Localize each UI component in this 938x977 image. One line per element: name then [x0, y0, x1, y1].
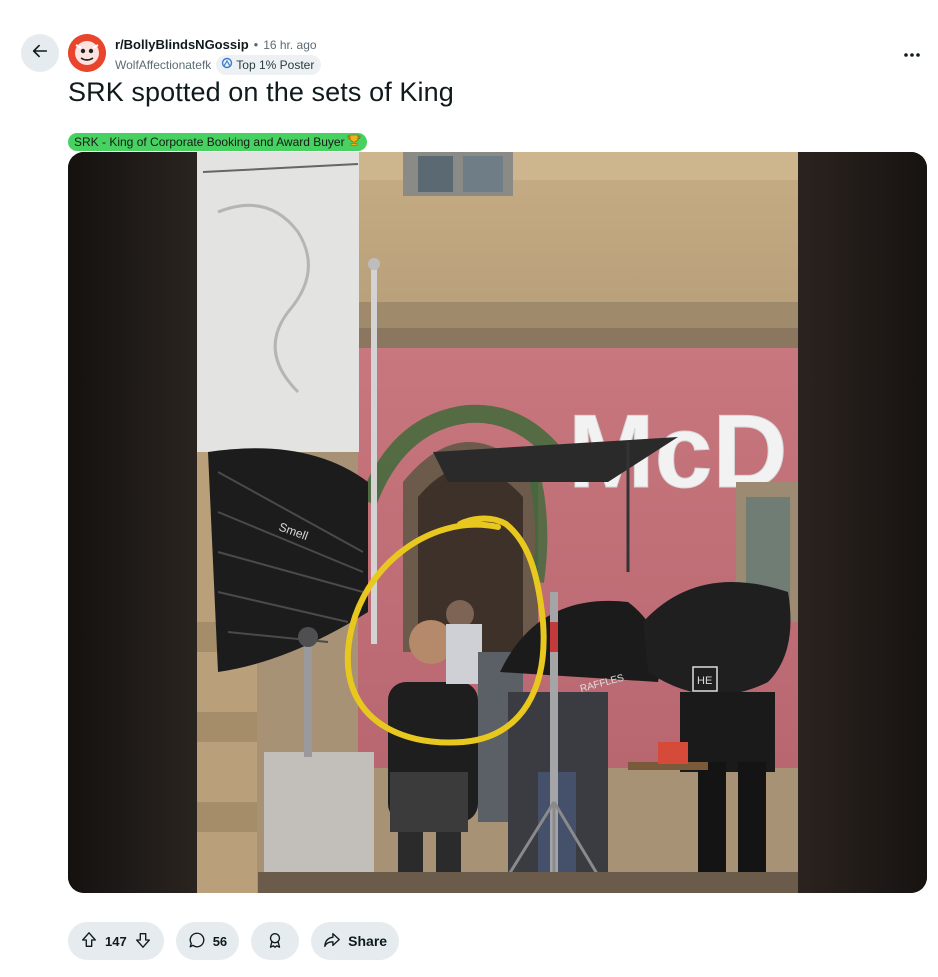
author-badge-label: Top 1% Poster: [236, 58, 315, 72]
top-poster-icon: [221, 56, 233, 74]
upvote-arrow-icon[interactable]: [80, 931, 98, 952]
blur-side-left: [68, 152, 197, 893]
blur-side-right: [798, 152, 927, 893]
author-badge: Top 1% Poster: [216, 55, 322, 75]
comment-bubble-icon: [188, 931, 206, 952]
award-icon: [266, 931, 284, 952]
more-horizontal-icon: [903, 45, 921, 63]
trophy-icon: [347, 133, 361, 152]
comment-count: 56: [212, 933, 228, 949]
share-arrow-icon: [323, 931, 341, 952]
comments-button[interactable]: 56: [175, 922, 240, 960]
post-flair[interactable]: SRK - King of Corporate Booking and Awar…: [68, 133, 367, 151]
vote-control: 147: [68, 922, 164, 960]
post-title[interactable]: SRK spotted on the sets of King: [68, 77, 454, 108]
share-label: Share: [348, 933, 388, 949]
flair-label: SRK - King of Corporate Booking and Awar…: [74, 135, 345, 149]
subreddit-link[interactable]: r/BollyBlindsNGossip: [115, 36, 249, 54]
back-arrow-icon: [31, 42, 49, 65]
vote-count: 147: [105, 933, 127, 949]
meta-separator: •: [253, 37, 259, 52]
post-image[interactable]: McD Smell RAFFLES HE: [68, 152, 927, 893]
share-button[interactable]: Share: [311, 922, 400, 960]
downvote-arrow-icon[interactable]: [134, 931, 152, 952]
post-time: 16 hr. ago: [263, 38, 317, 52]
author-link[interactable]: WolfAffectionatefk: [115, 56, 211, 74]
post-meta: r/BollyBlindsNGossip • 16 hr. ago WolfAf…: [115, 36, 322, 75]
award-button[interactable]: [251, 922, 300, 960]
umbrella-logo: HE: [697, 675, 712, 687]
back-button[interactable]: [21, 34, 59, 72]
more-options-button[interactable]: [896, 38, 928, 70]
post-actions: 147 56 Share: [68, 922, 400, 960]
subreddit-avatar[interactable]: [68, 34, 106, 72]
